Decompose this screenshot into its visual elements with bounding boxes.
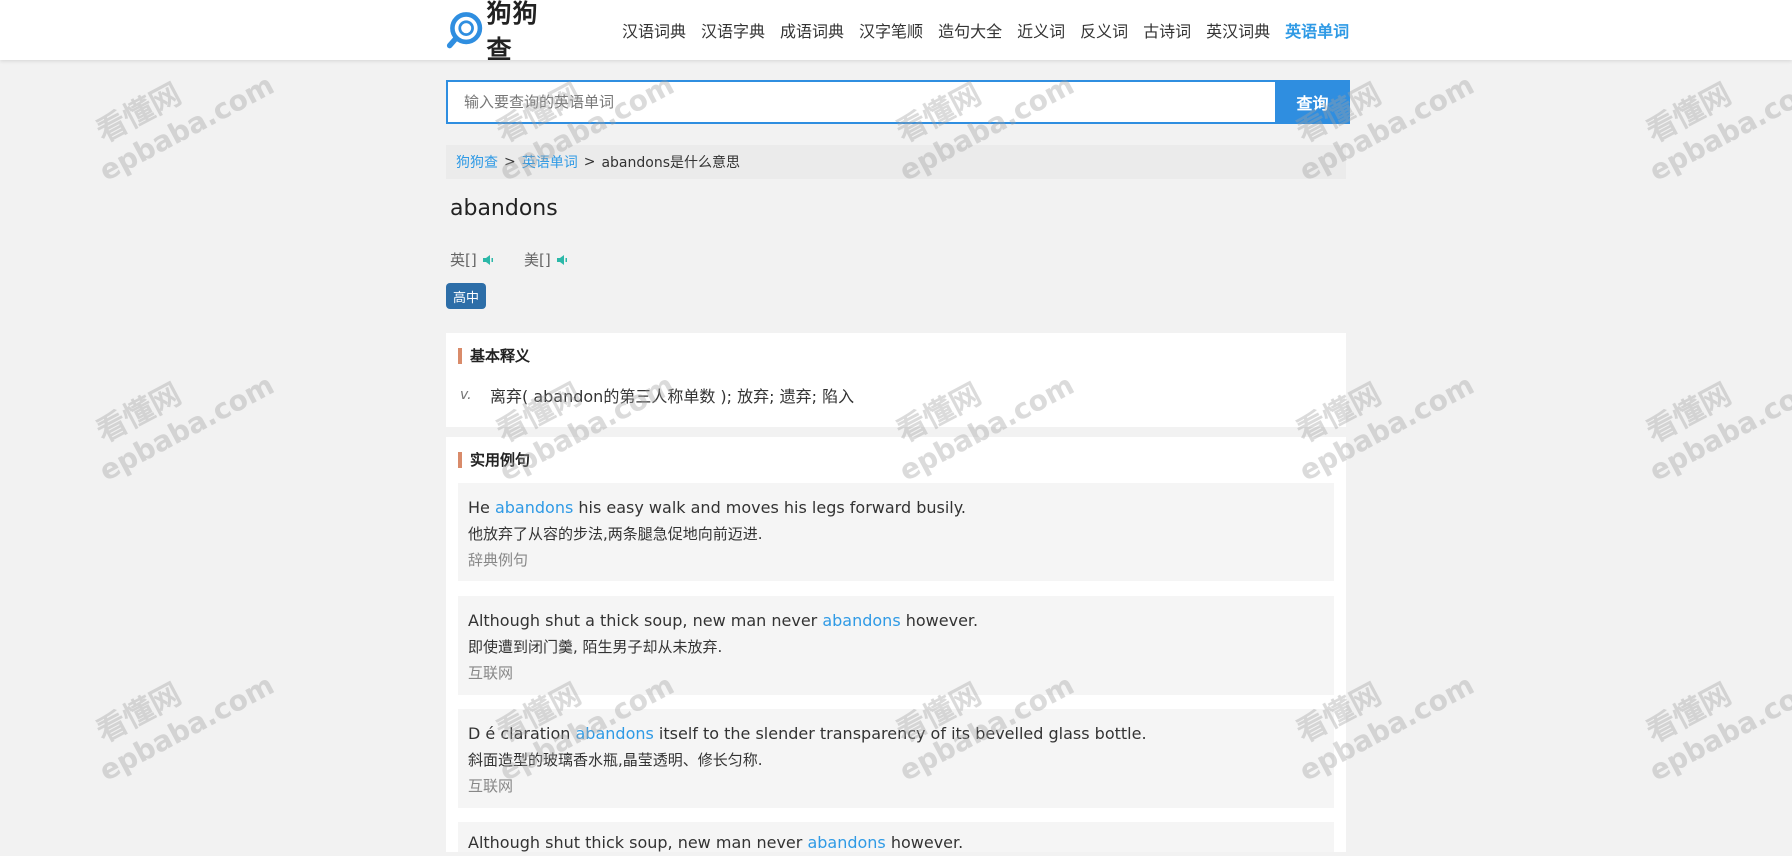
nav-item-character-dictionary[interactable]: 汉语字典 bbox=[701, 18, 765, 42]
example-item: Although shut thick soup, new man never … bbox=[458, 822, 1334, 852]
search-button[interactable]: 查询 bbox=[1275, 80, 1350, 124]
definition-row: v. 离弃( abandon的第三人称单数 ); 放弃; 遗弃; 陷入 bbox=[460, 383, 854, 407]
speaker-icon[interactable] bbox=[482, 254, 494, 266]
search-input[interactable] bbox=[446, 80, 1275, 124]
breadcrumb-home-link[interactable]: 狗狗查 bbox=[456, 152, 498, 172]
nav-item-antonyms[interactable]: 反义词 bbox=[1080, 18, 1128, 42]
level-badge: 高中 bbox=[446, 283, 486, 309]
phonetic-uk: 英[] bbox=[450, 249, 494, 270]
nav-item-idiom-dictionary[interactable]: 成语词典 bbox=[780, 18, 844, 42]
example-chinese: 斜面造型的玻璃香水瓶,晶莹透明、修长匀称. bbox=[468, 751, 763, 769]
phonetic-us-label: 美[] bbox=[524, 251, 551, 269]
nav-item-english-words[interactable]: 英语单词 bbox=[1285, 18, 1349, 42]
magnifier-logo-icon bbox=[446, 12, 483, 49]
example-chinese: 即使遭到闭门羹, 陌生男子却从未放弃. bbox=[468, 638, 723, 656]
part-of-speech: v. bbox=[460, 387, 472, 403]
highlighted-word-link[interactable]: abandons bbox=[807, 833, 885, 852]
breadcrumb-section-link[interactable]: 英语单词 bbox=[522, 152, 578, 172]
example-english: He abandons his easy walk and moves his … bbox=[468, 498, 967, 517]
example-item: Although shut a thick soup, new man neve… bbox=[458, 596, 1334, 695]
nav-item-poetry[interactable]: 古诗词 bbox=[1143, 18, 1191, 42]
search-bar: 查询 bbox=[446, 80, 1350, 124]
phonetic-us: 美[] bbox=[524, 249, 568, 270]
nav-item-sentence-examples[interactable]: 造句大全 bbox=[938, 18, 1002, 42]
watermark: 看懂网 epbaba.com bbox=[1641, 668, 1792, 788]
word-title: abandons bbox=[450, 196, 558, 221]
example-chinese: 他放弃了从容的步法,两条腿急促地向前迈进. bbox=[468, 525, 763, 543]
watermark: 看懂网 epbaba.com bbox=[91, 668, 280, 788]
highlighted-word-link[interactable]: abandons bbox=[576, 724, 654, 743]
definition-text: 离弃( abandon的第三人称单数 ); 放弃; 遗弃; 陷入 bbox=[490, 387, 855, 406]
nav-item-chinese-dictionary[interactable]: 汉语词典 bbox=[622, 18, 686, 42]
nav-item-english-chinese-dictionary[interactable]: 英汉词典 bbox=[1206, 18, 1270, 42]
breadcrumb: 狗狗查 > 英语单词 > abandons是什么意思 bbox=[446, 145, 1346, 179]
top-navigation-bar: 狗狗查 汉语词典 汉语字典 成语词典 汉字笔顺 造句大全 近义词 反义词 古诗词… bbox=[0, 0, 1792, 64]
example-item: He abandons his easy walk and moves his … bbox=[458, 483, 1334, 581]
watermark: 看懂网 epbaba.com bbox=[91, 368, 280, 488]
examples-heading: 实用例句 bbox=[458, 452, 530, 468]
example-source: 互联网 bbox=[468, 664, 514, 682]
breadcrumb-current: abandons是什么意思 bbox=[601, 155, 741, 171]
speaker-icon[interactable] bbox=[556, 254, 568, 266]
breadcrumb-separator: > bbox=[583, 154, 596, 170]
breadcrumb-separator: > bbox=[504, 154, 516, 170]
example-english: Although shut thick soup, new man never … bbox=[468, 833, 964, 852]
highlighted-word-link[interactable]: abandons bbox=[822, 611, 900, 630]
example-item: D é claration abandons itself to the sle… bbox=[458, 709, 1334, 808]
examples-card: 实用例句 He abandons his easy walk and moves… bbox=[446, 437, 1346, 852]
example-source: 辞典例句 bbox=[468, 551, 529, 569]
phonetic-uk-label: 英[] bbox=[450, 251, 477, 269]
example-english: D é claration abandons itself to the sle… bbox=[468, 724, 1147, 743]
site-name: 狗狗查 bbox=[486, 0, 539, 64]
highlighted-word-link[interactable]: abandons bbox=[495, 498, 573, 517]
nav-item-synonyms[interactable]: 近义词 bbox=[1017, 18, 1065, 42]
example-english: Although shut a thick soup, new man neve… bbox=[468, 611, 979, 630]
site-logo[interactable]: 狗狗查 bbox=[446, 0, 558, 64]
basic-definition-card: 基本释义 v. 离弃( abandon的第三人称单数 ); 放弃; 遗弃; 陷入 bbox=[446, 333, 1346, 427]
example-source: 互联网 bbox=[468, 777, 514, 795]
nav-item-stroke-order[interactable]: 汉字笔顺 bbox=[859, 18, 923, 42]
watermark: 看懂网 epbaba.com bbox=[1641, 368, 1792, 488]
main-nav: 汉语词典 汉语字典 成语词典 汉字笔顺 造句大全 近义词 反义词 古诗词 英汉词… bbox=[622, 0, 1364, 60]
basic-definition-heading: 基本释义 bbox=[458, 348, 530, 364]
